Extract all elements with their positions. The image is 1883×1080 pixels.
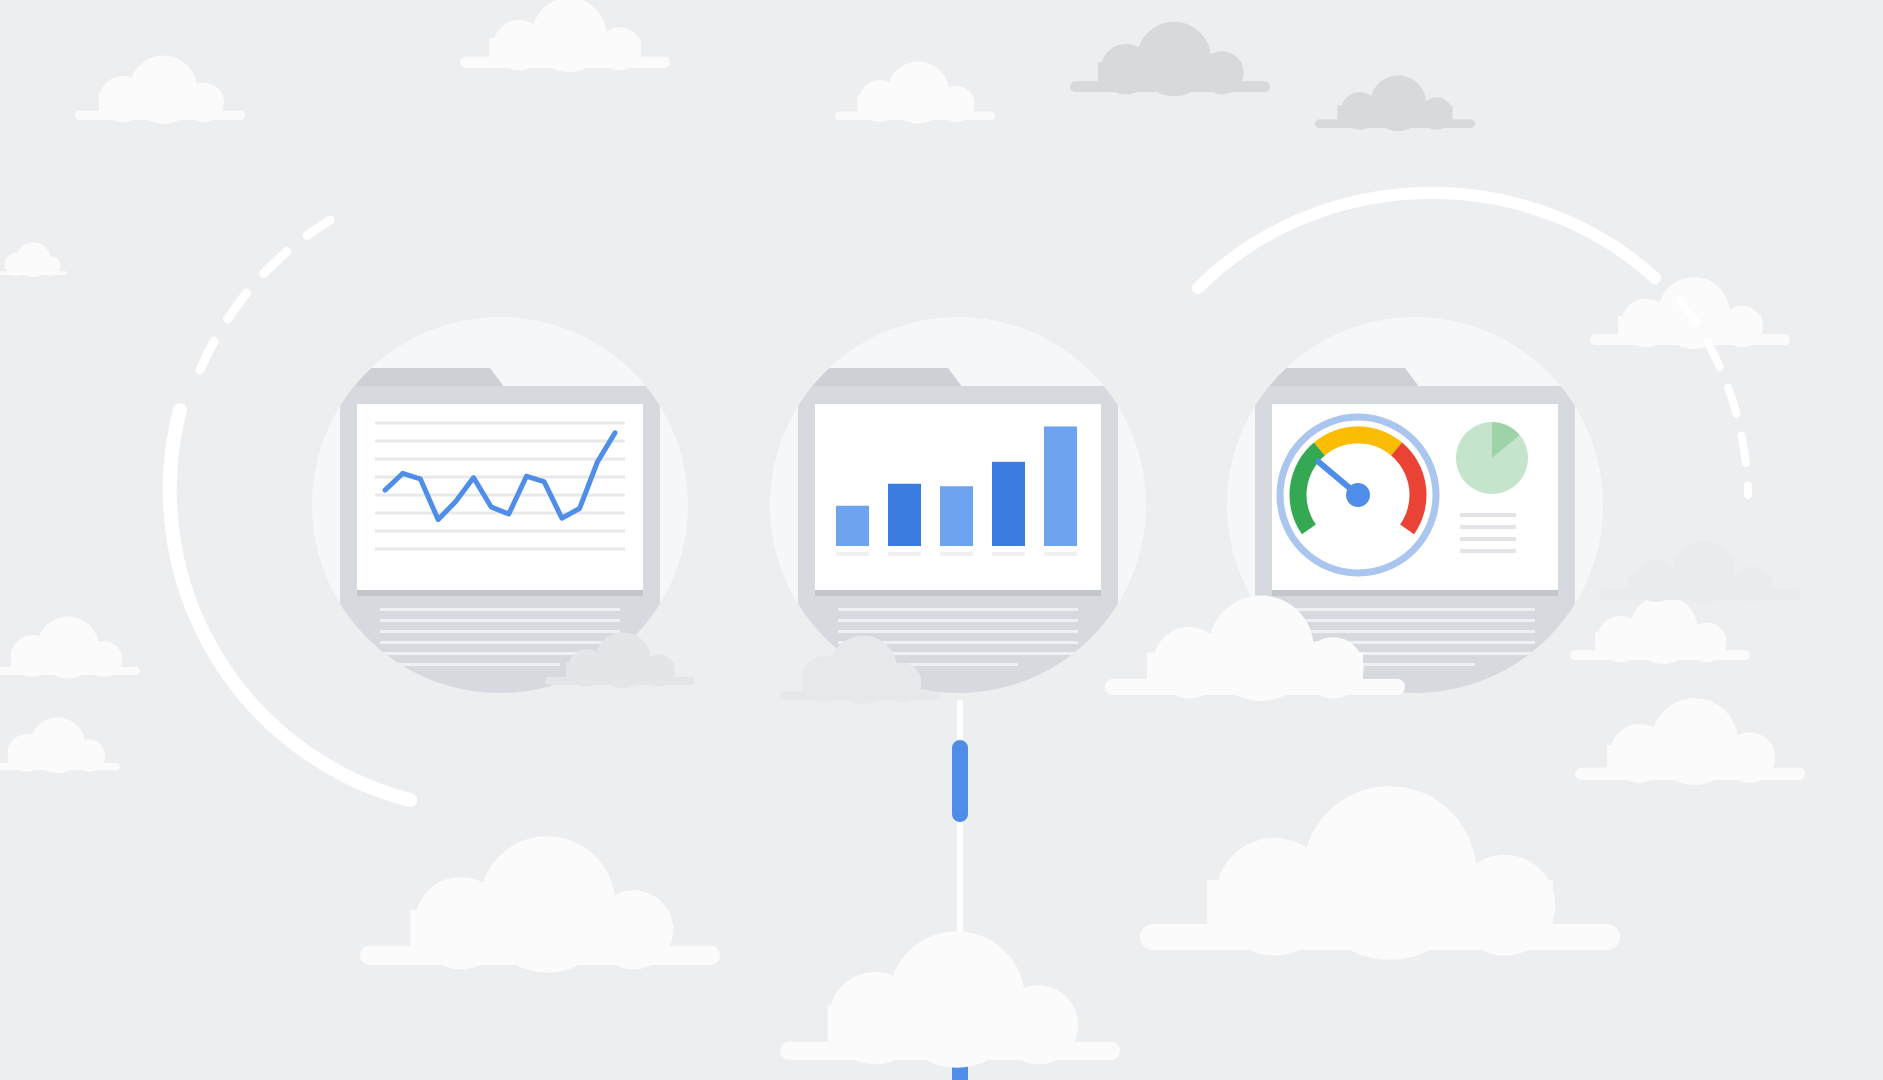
cloud-icon — [460, 0, 670, 73]
gauge-hub — [1346, 483, 1370, 507]
cloud-icon — [360, 836, 720, 973]
text-line — [1460, 537, 1516, 541]
text-line — [1295, 619, 1535, 622]
arc-left-dashed — [195, 215, 335, 375]
dashboard-panels — [312, 317, 1603, 693]
text-line — [380, 663, 560, 666]
cloud-icon — [835, 61, 995, 124]
text-line — [1460, 549, 1516, 553]
text-line — [380, 630, 620, 633]
cloud-icon — [1570, 595, 1750, 664]
cloud-icon — [75, 55, 245, 124]
screen-shadow — [1272, 590, 1558, 596]
bar — [1044, 426, 1077, 546]
screen-shadow — [357, 590, 643, 596]
bar — [992, 461, 1025, 546]
cloud-icon — [0, 242, 67, 277]
text-line — [1295, 608, 1535, 611]
arc-right — [1192, 186, 1661, 294]
bar-baseline — [940, 552, 973, 556]
cloud-icon — [0, 717, 120, 774]
text-line — [1460, 513, 1516, 517]
cloud-icon — [1575, 698, 1805, 785]
text-line — [380, 608, 620, 611]
bar — [836, 505, 869, 546]
bar-baseline — [1044, 552, 1077, 556]
text-line — [380, 619, 620, 622]
bar-baseline — [888, 552, 921, 556]
text-line — [838, 630, 1078, 633]
cloud-icon — [0, 616, 140, 679]
bar-baseline — [836, 552, 869, 556]
connector-blue-segment — [952, 740, 968, 822]
cloud-icon — [1315, 75, 1475, 132]
illustration-canvas — [0, 0, 1805, 1080]
cloud-icon — [780, 931, 1120, 1068]
text-line — [1460, 525, 1516, 529]
cloud-icon — [1600, 541, 1800, 604]
screen-shadow — [815, 590, 1101, 596]
cloud-icon — [1070, 21, 1270, 97]
panel-screen — [357, 404, 643, 594]
bar — [940, 486, 973, 546]
text-line — [838, 608, 1078, 611]
bar — [888, 483, 921, 546]
text-line — [1295, 630, 1535, 633]
bar-chart-panel — [770, 317, 1146, 693]
text-line — [838, 619, 1078, 622]
bar-baseline — [992, 552, 1025, 556]
cloud-icon — [1140, 786, 1620, 960]
text-line — [380, 641, 620, 644]
